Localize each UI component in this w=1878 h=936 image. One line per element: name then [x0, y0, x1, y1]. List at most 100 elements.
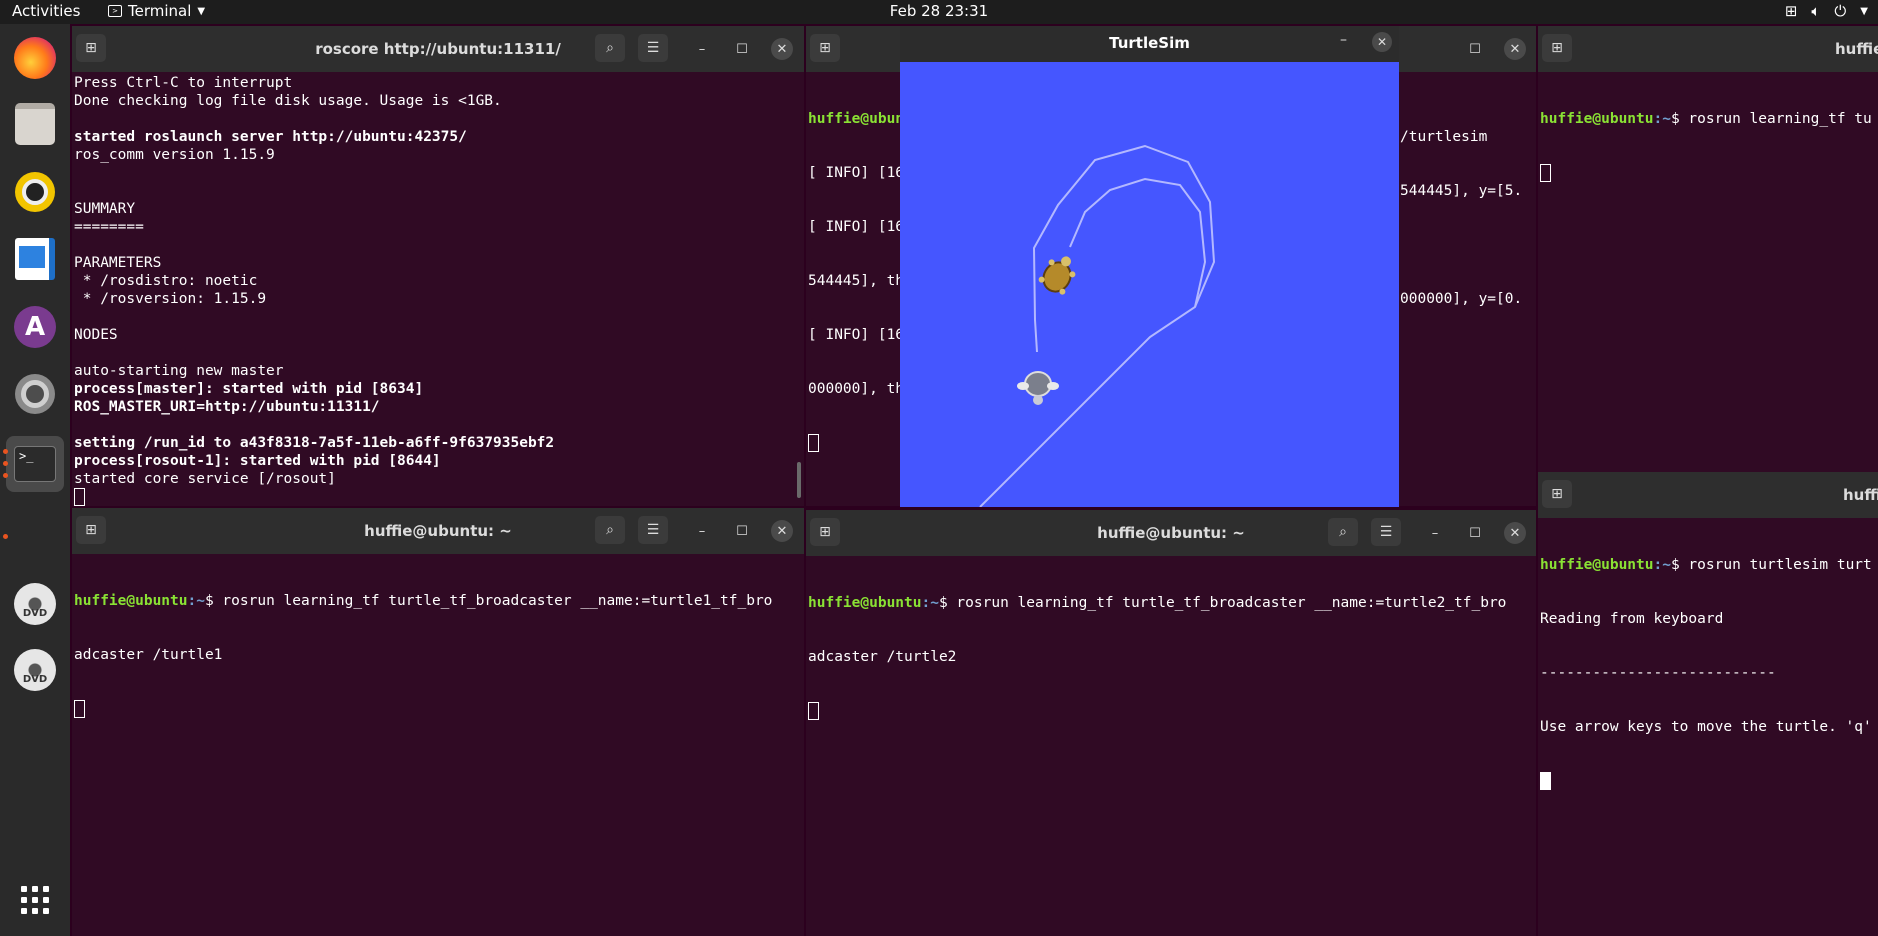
text-cursor: [808, 702, 819, 720]
top-bar: Activities > Terminal ▼ Feb 28 23:31 ⊞ 🔈…: [0, 0, 1878, 24]
window-header[interactable]: ⊞ huffi: [1538, 472, 1878, 518]
menu-button[interactable]: ☰: [638, 34, 668, 62]
rhythmbox-icon[interactable]: [11, 168, 59, 216]
firefox-icon[interactable]: [11, 34, 59, 82]
settings-icon[interactable]: [11, 370, 59, 418]
text-cursor: [1540, 772, 1551, 790]
output-line: process[master]: started with pid [8634]: [74, 381, 424, 397]
close-button[interactable]: ✕: [1372, 32, 1392, 52]
broadcaster2-terminal-window[interactable]: ⊞ huffie@ubuntu: ~ ⌕ ☰ – ☐ ✕ huffie@ubun…: [806, 510, 1536, 936]
broadcaster1-terminal-window[interactable]: ⊞ huffie@ubuntu: ~ ⌕ ☰ – ☐ ✕ huffie@ubun…: [72, 508, 804, 936]
close-button[interactable]: ✕: [1504, 38, 1526, 60]
prompt-user: huffie@ubuntu: [1540, 557, 1654, 573]
search-button[interactable]: ⌕: [595, 516, 625, 544]
command-continuation: adcaster /turtle2: [808, 649, 957, 665]
dock: A >_ DVD DVD: [0, 24, 70, 936]
clock[interactable]: Feb 28 23:31: [0, 2, 1878, 20]
text-cursor: [74, 488, 85, 506]
terminal-output[interactable]: huffie@ubuntu:~$ rosrun learning_tf turt…: [72, 554, 804, 936]
dvd-icon[interactable]: DVD: [11, 580, 59, 628]
roscore-terminal-window[interactable]: ⊞ roscore http://ubuntu:11311/ ⌕ ☰ – ☐ ✕…: [72, 26, 804, 506]
window-header[interactable]: ⊞ huffie: [1538, 26, 1878, 72]
volume-icon: 🔈︎: [1811, 2, 1821, 20]
maximize-button[interactable]: ☐: [1464, 38, 1486, 60]
output-line: Press Ctrl-C to interrupt: [74, 75, 293, 91]
prompt-user: huffie@ubuntu: [74, 593, 188, 609]
window-header[interactable]: TurtleSim – ✕: [900, 26, 1399, 62]
prompt-path: :~: [1653, 111, 1671, 127]
minimize-button[interactable]: –: [1340, 32, 1347, 48]
prompt-user: huffie@ubuntu: [808, 595, 922, 611]
libreoffice-writer-icon[interactable]: [11, 235, 59, 283]
new-tab-button[interactable]: ⊞: [1542, 480, 1572, 508]
menu-button[interactable]: ☰: [1371, 518, 1401, 546]
close-button[interactable]: ✕: [771, 520, 793, 542]
output-line: ros_comm version 1.15.9: [74, 147, 275, 163]
activities-button[interactable]: Activities: [12, 2, 80, 20]
files-icon[interactable]: [11, 100, 59, 148]
window-title: huffie: [1835, 40, 1878, 58]
maximize-button[interactable]: ☐: [1464, 522, 1486, 544]
teleop-terminal-window[interactable]: ⊞ huffi huffie@ubuntu:~$ rosrun turtlesi…: [1538, 472, 1878, 936]
turtlesim-canvas: [900, 62, 1399, 507]
text-cursor: [74, 700, 85, 718]
command-continuation: adcaster /turtle1: [74, 647, 223, 663]
scrollbar[interactable]: [797, 462, 801, 498]
output-line: Reading from keyboard: [1540, 611, 1724, 627]
terminal-icon: >: [108, 5, 122, 17]
output-line: setting /run_id to a43f8318-7a5f-11eb-a6…: [74, 435, 555, 451]
minimize-button[interactable]: –: [691, 520, 713, 542]
output-line: started core service [/rosout]: [74, 471, 336, 487]
search-button[interactable]: ⌕: [1328, 518, 1358, 546]
chevron-down-icon: ▼: [1860, 5, 1868, 17]
output-line: * /rosversion: 1.15.9: [74, 291, 267, 307]
output-line: Use arrow keys to move the turtle. 'q': [1540, 719, 1872, 735]
prompt-user: huffie@ubuntu: [1540, 111, 1654, 127]
output-line: * /rosdistro: noetic: [74, 273, 258, 289]
terminal-output[interactable]: Press Ctrl-C to interrupt Done checking l…: [72, 72, 804, 506]
terminal-output[interactable]: huffie@ubuntu:~$ rosrun turtlesim turt R…: [1538, 518, 1878, 936]
terminal-output[interactable]: huffie@ubuntu:~$ rosrun learning_tf turt…: [806, 556, 1536, 936]
output-line: auto-starting new master: [74, 363, 284, 379]
close-button[interactable]: ✕: [771, 38, 793, 60]
window-header[interactable]: ⊞ huffie@ubuntu: ~ ⌕ ☰ – ☐ ✕: [806, 510, 1536, 556]
log-line: /turtlesim: [1400, 129, 1488, 145]
terminal-icon[interactable]: >_: [6, 436, 64, 492]
minimize-button[interactable]: –: [1424, 522, 1446, 544]
minimize-button[interactable]: –: [691, 38, 713, 60]
dvd-icon[interactable]: DVD: [11, 646, 59, 694]
close-button[interactable]: ✕: [1504, 522, 1526, 544]
search-button[interactable]: ⌕: [595, 34, 625, 62]
output-line: process[rosout-1]: started with pid [864…: [74, 453, 441, 469]
text-cursor: [1540, 164, 1551, 182]
maximize-button[interactable]: ☐: [731, 520, 753, 542]
prompt-path: :~: [187, 593, 205, 609]
terminal-output[interactable]: huffie@ubuntu:~$ rosrun learning_tf tu: [1538, 72, 1878, 472]
window-header[interactable]: ⊞ roscore http://ubuntu:11311/ ⌕ ☰ – ☐ ✕: [72, 26, 804, 72]
app-menu-label: Terminal: [128, 2, 192, 20]
chevron-down-icon: ▼: [197, 5, 206, 17]
app-menu[interactable]: > Terminal ▼: [108, 2, 205, 20]
software-center-icon[interactable]: A: [11, 303, 59, 351]
window-title: TurtleSim: [1109, 34, 1190, 52]
text-cursor: [808, 434, 819, 452]
system-tray[interactable]: ⊞ 🔈︎ ⏻ ▼: [1785, 2, 1868, 20]
maximize-button[interactable]: ☐: [731, 38, 753, 60]
output-line: PARAMETERS: [74, 255, 162, 271]
window-header[interactable]: ⊞ huffie@ubuntu: ~ ⌕ ☰ – ☐ ✕: [72, 508, 804, 554]
log-line: 544445], y=[5.: [1400, 183, 1523, 199]
show-apps-icon[interactable]: [11, 876, 59, 924]
top-right-terminal-window[interactable]: ⊞ huffie huffie@ubuntu:~$ rosrun learnin…: [1538, 26, 1878, 472]
menu-button[interactable]: ☰: [638, 516, 668, 544]
new-tab-button[interactable]: ⊞: [810, 34, 840, 62]
command-text: $ rosrun learning_tf turtle_tf_broadcast…: [938, 595, 1507, 611]
output-line: SUMMARY: [74, 201, 136, 217]
new-tab-button[interactable]: ⊞: [1542, 34, 1572, 62]
turtlesim-window[interactable]: TurtleSim – ✕: [900, 26, 1399, 507]
power-icon: ⏻: [1834, 2, 1847, 20]
